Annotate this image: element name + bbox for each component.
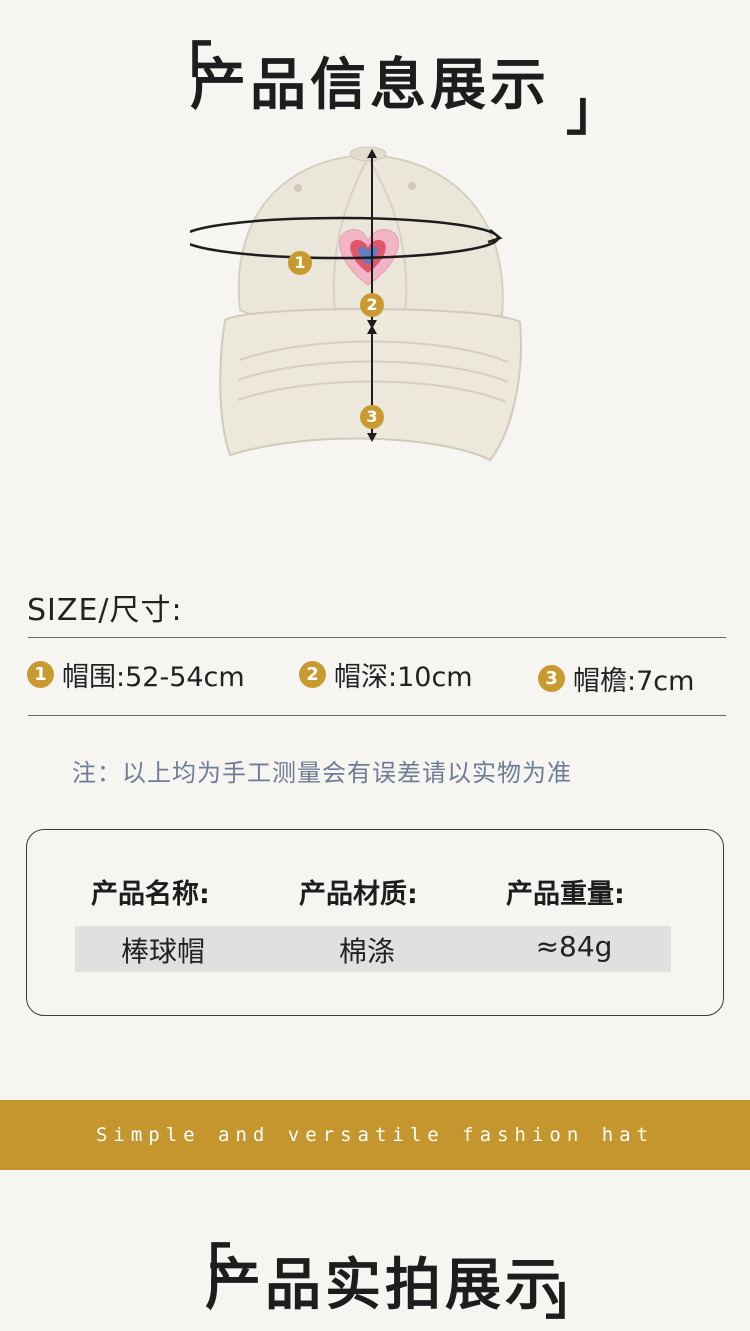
size-heading: SIZE/尺寸: (27, 593, 183, 628)
info-value-weight: ≈84g (535, 930, 613, 963)
section-title: 产品信息展示 (190, 53, 550, 118)
number-badge-3: 3 (538, 665, 565, 692)
size-item-label: 帽檐:7cm (573, 666, 695, 697)
title-bracket-close: 」 (566, 79, 620, 142)
size-item-label: 帽围:52-54cm (62, 662, 245, 693)
size-item-circumference: 1 帽围:52-54cm (27, 655, 245, 694)
title-bracket-close: 」 (545, 1263, 599, 1326)
info-value-material: 棉涤 (338, 935, 395, 968)
slogan-band: Simple and versatile fashion hat (0, 1100, 750, 1170)
size-item-brim: 3 帽檐:7cm (538, 659, 694, 698)
measurement-note: 注：以上均为手工测量会有误差请以实物为准 (72, 759, 572, 787)
info-header-material: 产品材质: (299, 879, 418, 910)
size-item-label: 帽深:10cm (334, 662, 473, 693)
number-badge-2: 2 (299, 661, 326, 688)
marker-3: 3 (360, 405, 384, 429)
divider-bottom (28, 715, 726, 716)
info-header-weight: 产品重量: (506, 879, 625, 910)
section-title-2: 产品实拍展示 (205, 1253, 565, 1318)
divider-top (28, 637, 726, 638)
info-header-name: 产品名称: (91, 879, 210, 910)
number-badge-1: 1 (27, 661, 54, 688)
info-value-name: 棒球帽 (120, 935, 205, 968)
marker-1: 1 (288, 251, 312, 275)
size-item-depth: 2 帽深:10cm (299, 655, 473, 694)
product-info-box (26, 829, 724, 1016)
marker-2: 2 (360, 293, 384, 317)
